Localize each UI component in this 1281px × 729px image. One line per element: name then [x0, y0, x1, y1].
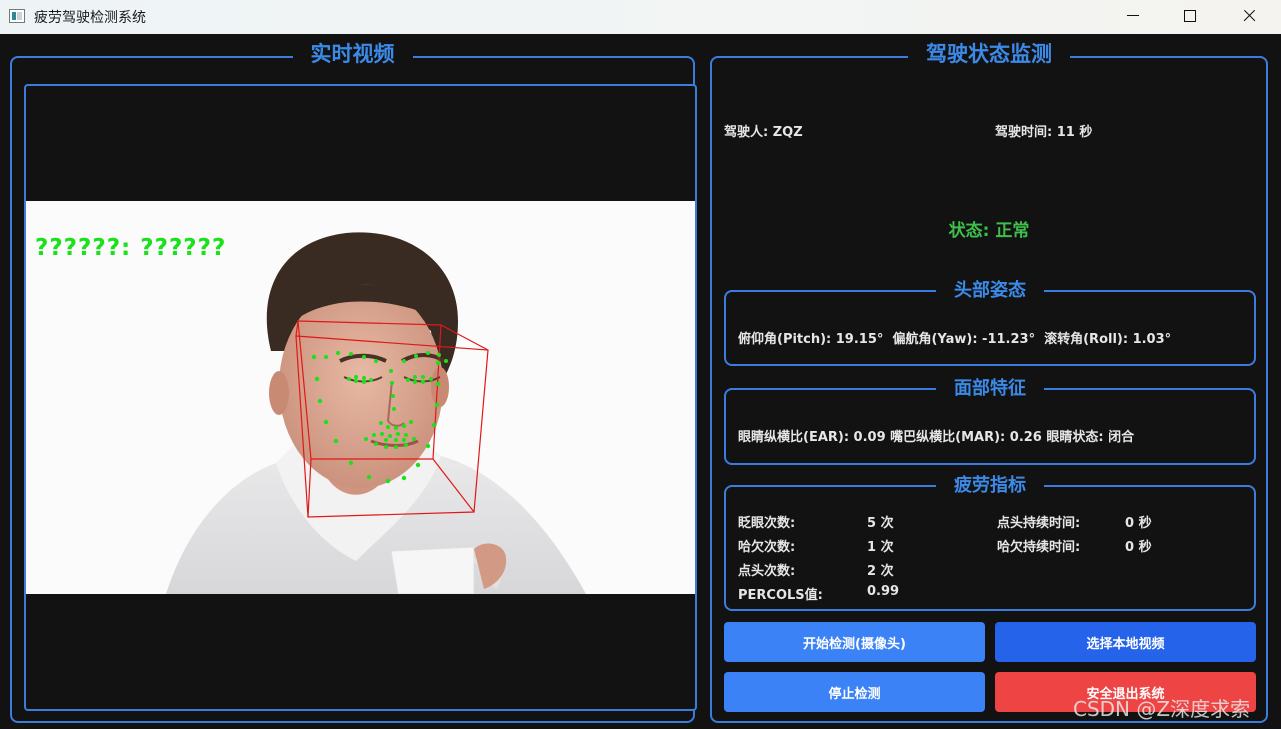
- driving-status: 状态: 正常: [948, 221, 1030, 241]
- blink-count-label: 眨眼次数:: [738, 516, 796, 531]
- video-display: ??????: ??????: [24, 84, 697, 711]
- status-panel: 驾驶状态监测 驾驶人: ZQZ 驾驶时间: 11 秒 状态: 正常 头部姿态 俯…: [710, 42, 1268, 723]
- yawn-count-value: 1 次: [867, 540, 894, 555]
- face-features-title: 面部特征: [936, 378, 1044, 399]
- head-pose-values: 俯仰角(Pitch): 19.15° 偏航角(Yaw): -11.23° 滚转角…: [738, 332, 1172, 347]
- drive-time: 驾驶时间: 11 秒: [995, 125, 1093, 140]
- fatigue-title: 疲劳指标: [936, 475, 1044, 496]
- fatigue-group: 疲劳指标 眨眼次数: 5 次 哈欠次数: 1 次 点头次数: 2 次 PERCO…: [724, 475, 1256, 611]
- perclos-label: PERCOLS值:: [738, 588, 823, 603]
- select-local-video-button[interactable]: 选择本地视频: [995, 622, 1256, 662]
- yawn-duration-value: 0 秒: [1125, 540, 1152, 555]
- nod-duration-label: 点头持续时间:: [997, 516, 1081, 531]
- close-icon[interactable]: [1226, 0, 1272, 32]
- nod-count-value: 2 次: [867, 564, 894, 579]
- head-pose-title: 头部姿态: [936, 280, 1044, 301]
- nod-duration-value: 0 秒: [1125, 516, 1152, 531]
- face-features-values: 眼睛纵横比(EAR): 0.09 嘴巴纵横比(MAR): 0.26 眼睛状态: …: [738, 430, 1135, 445]
- perclos-value: 0.99: [867, 584, 900, 599]
- head-pose-group: 头部姿态 俯仰角(Pitch): 19.15° 偏航角(Yaw): -11.23…: [724, 280, 1256, 366]
- driver-name: 驾驶人: ZQZ: [724, 125, 803, 140]
- stop-detection-button[interactable]: 停止检测: [724, 672, 985, 712]
- video-panel: 实时视频 ??????: ??????: [10, 42, 697, 723]
- maximize-icon[interactable]: [1166, 0, 1212, 32]
- watermark: CSDN @Z深度求索: [1073, 697, 1251, 721]
- blink-count-value: 5 次: [867, 516, 894, 531]
- window-title: 疲劳驾驶检测系统: [34, 10, 146, 26]
- yawn-duration-label: 哈欠持续时间:: [997, 540, 1081, 555]
- title-bar: 疲劳驾驶检测系统: [0, 0, 1281, 34]
- video-overlay-text: ??????: ??????: [35, 235, 227, 261]
- nod-count-label: 点头次数:: [738, 564, 796, 579]
- yawn-count-label: 哈欠次数:: [738, 540, 796, 555]
- video-panel-title: 实时视频: [292, 42, 413, 66]
- video-frame-image: ??????: ??????: [26, 201, 695, 594]
- minimize-icon[interactable]: [1110, 0, 1156, 32]
- app-icon: [9, 9, 25, 23]
- status-panel-title: 驾驶状态监测: [908, 42, 1070, 66]
- start-camera-button[interactable]: 开始检测(摄像头): [724, 622, 985, 662]
- face-features-group: 面部特征 眼睛纵横比(EAR): 0.09 嘴巴纵横比(MAR): 0.26 眼…: [724, 378, 1256, 465]
